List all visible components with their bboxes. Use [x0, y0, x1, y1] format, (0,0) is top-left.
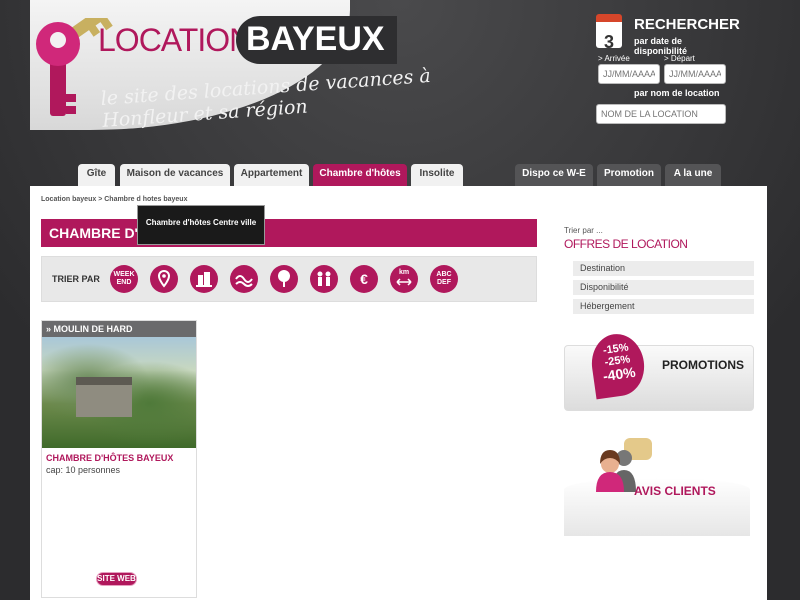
breadcrumb-home[interactable]: Location bayeux	[41, 196, 96, 203]
tooltip: Chambre d'hôtes Centre ville	[137, 205, 265, 245]
tab-appartement[interactable]: Appartement	[234, 164, 309, 186]
tab-maison-de-vacances[interactable]: Maison de vacances	[120, 164, 230, 186]
town-building-icon	[196, 272, 212, 287]
tab-dispo-ce-we[interactable]: Dispo ce W-E	[515, 164, 593, 186]
tree-icon	[278, 270, 290, 287]
wave-icon	[235, 275, 253, 287]
filter-destination[interactable]: Destination	[573, 261, 754, 276]
countryside-sort-icon[interactable]	[270, 265, 298, 293]
alphabetical-sort-icon[interactable]: ABC DEF	[430, 265, 458, 293]
site-web-button[interactable]: SITE WEB	[96, 572, 137, 586]
promotions-banner[interactable]: -15% -25% -40% PROMOTIONS	[564, 330, 754, 411]
sidebar-kicker: Trier par ...	[564, 226, 603, 235]
sort-bar: TRIER PAR WEEK END € km ABC DEF	[41, 256, 537, 302]
capacity-sort-icon[interactable]	[310, 265, 338, 293]
house-image	[76, 377, 132, 417]
site-header: LOCATION BAYEUX le site des locations de…	[0, 0, 800, 190]
tab-promotion[interactable]: Promotion	[597, 164, 661, 186]
avis-clients-label: AVIS CLIENTS	[634, 484, 716, 498]
promo-badge: -15% -25% -40%	[587, 330, 649, 400]
distance-arrows-icon	[396, 278, 412, 286]
arrival-label: > Arrivée	[598, 54, 630, 63]
distance-sort-icon[interactable]: km	[390, 265, 418, 293]
search-title: RECHERCHER	[634, 16, 740, 33]
alphabet-icon-label: ABC DEF	[436, 271, 452, 286]
weekend-sort-icon[interactable]: WEEK END	[110, 265, 138, 293]
logo-location-text[interactable]: LOCATION	[98, 22, 252, 59]
tab-chambre-d-hotes[interactable]: Chambre d'hôtes	[313, 164, 407, 186]
calendar-icon: 3	[596, 14, 622, 52]
sort-label: TRIER PAR	[52, 274, 100, 284]
weekend-icon-label: WEEK END	[113, 271, 135, 286]
location-pin-icon	[157, 269, 171, 288]
listing-header[interactable]: » MOULIN DE HARD	[42, 321, 196, 337]
sea-sort-icon[interactable]	[230, 265, 258, 293]
departure-date-input[interactable]	[664, 64, 726, 84]
location-name-input[interactable]	[596, 104, 726, 124]
breadcrumb-current[interactable]: Chambre d hotes bayeux	[104, 196, 187, 203]
listing-title[interactable]: CHAMBRE D'HÔTES BAYEUX	[46, 453, 192, 463]
sidebar-title: OFFRES DE LOCATION	[564, 237, 688, 251]
tab-insolite[interactable]: Insolite	[411, 164, 463, 186]
location-pin-sort-icon[interactable]	[150, 265, 178, 293]
euro-icon: €	[360, 271, 368, 287]
town-sort-icon[interactable]	[190, 265, 218, 293]
tab-a-la-une[interactable]: A la une	[665, 164, 721, 186]
arrival-date-input[interactable]	[598, 64, 660, 84]
listing-photo[interactable]	[42, 337, 196, 448]
main-content: Location bayeux > Chambre d hotes bayeux…	[30, 186, 767, 600]
promotions-label: PROMOTIONS	[662, 358, 745, 372]
listing-capacity: cap: 10 personnes	[46, 465, 121, 475]
price-sort-icon[interactable]: €	[350, 265, 378, 293]
departure-label: > Départ	[664, 54, 695, 63]
breadcrumb-separator: >	[98, 196, 103, 203]
avis-clients-banner[interactable]: AVIS CLIENTS	[564, 430, 750, 536]
people-icon	[317, 271, 331, 286]
listing-card[interactable]: » MOULIN DE HARD CHAMBRE D'HÔTES BAYEUX …	[41, 320, 197, 598]
filter-hebergement[interactable]: Hébergement	[573, 299, 754, 314]
logo-bayeux-text[interactable]: BAYEUX	[236, 16, 397, 64]
filter-disponibilite[interactable]: Disponibilité	[573, 280, 754, 295]
km-icon-label: km	[398, 269, 410, 276]
page-title: CHAMBRE D'HÔTES BAYEUX	[41, 219, 537, 247]
search-subtitle: par date de disponibilité	[634, 36, 687, 56]
name-search-label: par nom de location	[634, 88, 720, 98]
breadcrumb: Location bayeux > Chambre d hotes bayeux	[41, 196, 187, 203]
tab-gite[interactable]: Gîte	[78, 164, 115, 186]
